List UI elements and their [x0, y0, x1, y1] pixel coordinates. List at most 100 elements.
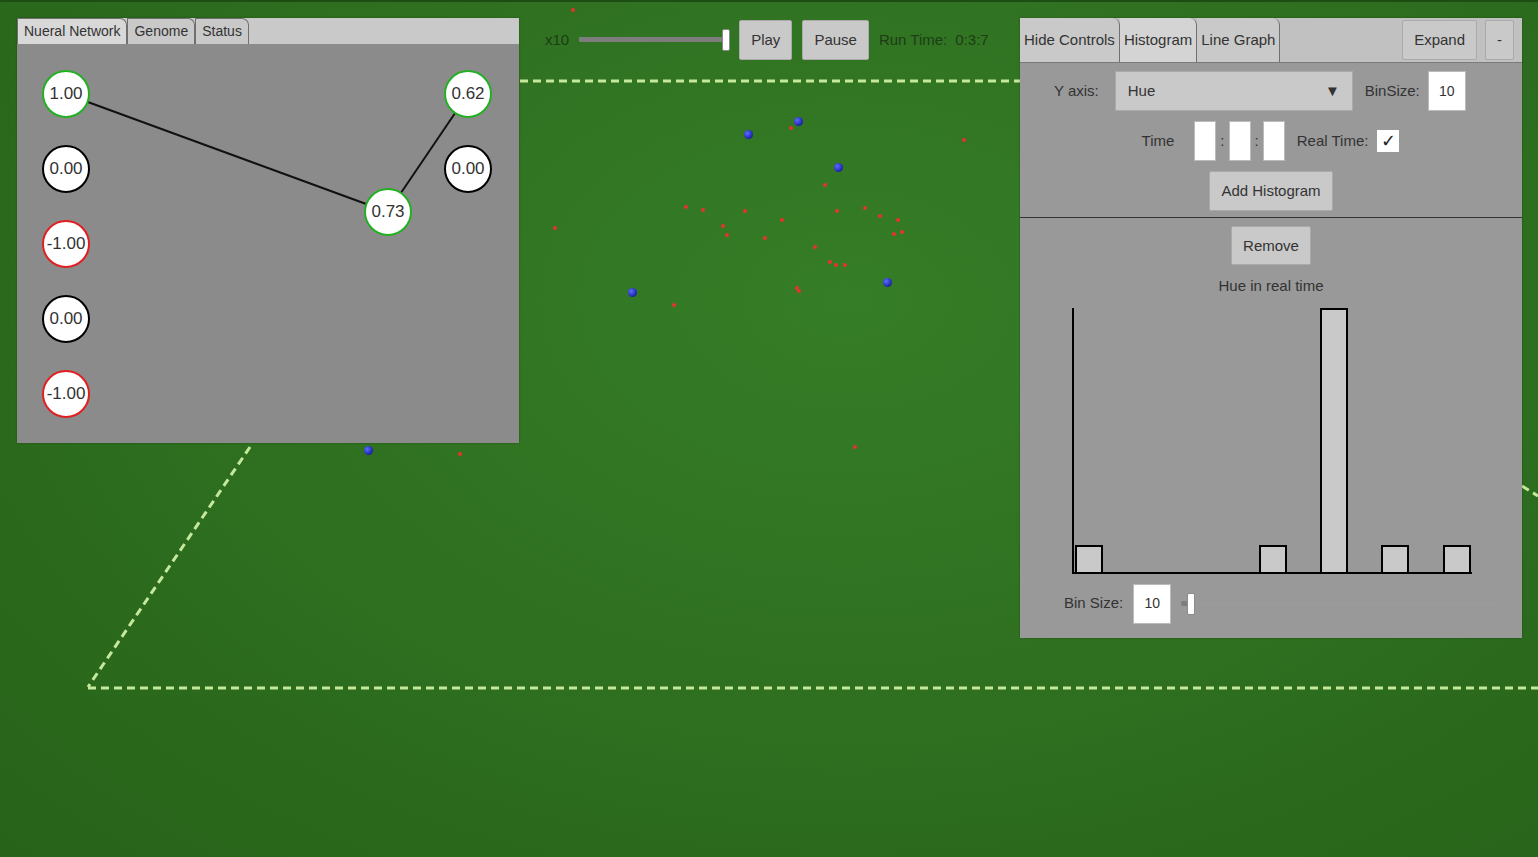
- histogram-bar[interactable]: [1381, 545, 1409, 571]
- graph-tab[interactable]: Histogram: [1120, 18, 1197, 62]
- histogram-bar[interactable]: [1320, 308, 1348, 572]
- panel-tab[interactable]: Nueral Network: [17, 18, 127, 44]
- food-pellet[interactable]: [835, 209, 839, 213]
- output-node[interactable]: 0.00: [444, 145, 492, 193]
- remove-button[interactable]: Remove: [1231, 226, 1311, 266]
- histogram: RemoveHue in real timeBin Size:10: [1020, 218, 1522, 632]
- food-pellet[interactable]: [962, 138, 966, 142]
- food-pellet[interactable]: [834, 263, 838, 267]
- pause-button[interactable]: Pause: [802, 20, 869, 60]
- food-pellet[interactable]: [828, 260, 832, 264]
- histogram-bin: [1227, 308, 1258, 572]
- food-pellet[interactable]: [863, 206, 867, 210]
- food-pellet[interactable]: [823, 183, 827, 187]
- creature[interactable]: [628, 288, 637, 297]
- histogram-bin: [1288, 308, 1319, 572]
- minimize-button[interactable]: -: [1485, 20, 1514, 60]
- speed-thumb[interactable]: [722, 29, 730, 51]
- node-value: 0.00: [49, 156, 82, 182]
- node-value: -1.00: [47, 231, 86, 257]
- add-histogram-button[interactable]: Add Histogram: [1209, 171, 1332, 211]
- histogram-bar[interactable]: [1443, 545, 1471, 571]
- histogram-bin: [1349, 308, 1380, 572]
- node-value: 1.00: [49, 81, 82, 107]
- food-pellet[interactable]: [571, 8, 575, 12]
- node-value: 0.00: [49, 306, 82, 332]
- input-node[interactable]: 1.00: [42, 70, 90, 118]
- graph-controls: Y axis:Hue▼BinSize:10Time::Real Time:✓Ad…: [1020, 63, 1522, 218]
- y-axis-row: Y axis: Hue▼ BinSize: 10: [1030, 71, 1512, 111]
- panel-tabs: Nueral NetworkGenomeStatus: [17, 18, 519, 44]
- bin-size-thumb[interactable]: [1187, 593, 1195, 615]
- food-pellet[interactable]: [896, 218, 900, 222]
- output-node[interactable]: 0.62: [444, 70, 492, 118]
- expand-button[interactable]: Expand: [1402, 20, 1477, 60]
- node-value: 0.73: [371, 199, 404, 225]
- input-node[interactable]: -1.00: [42, 370, 90, 418]
- food-pellet[interactable]: [553, 226, 557, 230]
- food-pellet[interactable]: [743, 209, 747, 213]
- food-pellet[interactable]: [458, 452, 462, 456]
- bin-size-slider[interactable]: [1181, 601, 1504, 606]
- graph-tabs: Hide ControlsHistogramLine Graph Expand-: [1020, 18, 1522, 63]
- histogram-bin: [1196, 308, 1227, 572]
- creature[interactable]: [364, 446, 373, 455]
- bin-size-input[interactable]: 10: [1428, 71, 1466, 111]
- bin-size-label: BinSize:: [1365, 80, 1420, 103]
- histogram-bar[interactable]: [1259, 545, 1287, 571]
- food-pellet[interactable]: [813, 245, 817, 249]
- input-node[interactable]: -1.00: [42, 220, 90, 268]
- histogram-chart: [1072, 308, 1472, 574]
- y-axis-dropdown[interactable]: Hue▼: [1115, 71, 1353, 111]
- creature[interactable]: [794, 117, 803, 126]
- histogram-bin: [1319, 308, 1350, 572]
- connection-line: [66, 94, 388, 212]
- food-pellet[interactable]: [672, 303, 676, 307]
- play-button[interactable]: Play: [739, 20, 792, 60]
- food-pellet[interactable]: [721, 224, 725, 228]
- food-pellet[interactable]: [780, 218, 784, 222]
- add-row: Add Histogram: [1030, 171, 1512, 211]
- input-node[interactable]: 0.00: [42, 295, 90, 343]
- dropdown-arrow-icon: ▼: [1325, 80, 1340, 103]
- node-value: 0.62: [451, 81, 484, 107]
- creature[interactable]: [883, 278, 892, 287]
- run-time-value: 0:3:7: [955, 29, 988, 52]
- graph-tab[interactable]: Hide Controls: [1020, 18, 1120, 62]
- network-diagram: 1.00 0.00 -1.00 0.00 -1.00 0.73 0.62 0.00: [17, 44, 519, 443]
- run-time: Run Time:0:3:7: [879, 29, 989, 52]
- time-separator: :: [1255, 130, 1259, 153]
- graph-tab[interactable]: Line Graph: [1197, 18, 1280, 62]
- time-input[interactable]: [1229, 121, 1251, 161]
- food-pellet[interactable]: [701, 208, 705, 212]
- food-pellet[interactable]: [725, 233, 729, 237]
- time-input[interactable]: [1263, 121, 1285, 161]
- hidden-node[interactable]: 0.73: [364, 188, 412, 236]
- bin-size-field[interactable]: 10: [1133, 584, 1171, 624]
- food-pellet[interactable]: [843, 263, 847, 267]
- histogram-bar[interactable]: [1075, 545, 1103, 571]
- food-pellet[interactable]: [763, 236, 767, 240]
- real-time-checkbox[interactable]: ✓: [1376, 129, 1400, 153]
- creature[interactable]: [744, 130, 753, 139]
- bin-size-row: Bin Size:10: [1030, 584, 1512, 624]
- time-input[interactable]: [1194, 121, 1216, 161]
- food-pellet[interactable]: [684, 205, 688, 209]
- food-pellet[interactable]: [797, 289, 801, 293]
- time-row: Time::Real Time:✓: [1030, 121, 1512, 161]
- input-node[interactable]: 0.00: [42, 145, 90, 193]
- food-pellet[interactable]: [892, 232, 896, 236]
- food-pellet[interactable]: [878, 214, 882, 218]
- graph-panel: Hide ControlsHistogramLine Graph Expand- Y…: [1020, 18, 1522, 638]
- y-axis-label: Y axis:: [1054, 80, 1099, 103]
- food-pellet[interactable]: [789, 126, 793, 130]
- speed-label: x10: [545, 29, 569, 52]
- food-pellet[interactable]: [853, 445, 857, 449]
- time-separator: :: [1220, 130, 1224, 153]
- creature[interactable]: [834, 163, 843, 172]
- histogram-bin: [1411, 308, 1442, 572]
- panel-tab[interactable]: Genome: [127, 18, 195, 44]
- food-pellet[interactable]: [900, 230, 904, 234]
- panel-tab[interactable]: Status: [195, 18, 249, 44]
- speed-slider[interactable]: [579, 37, 729, 42]
